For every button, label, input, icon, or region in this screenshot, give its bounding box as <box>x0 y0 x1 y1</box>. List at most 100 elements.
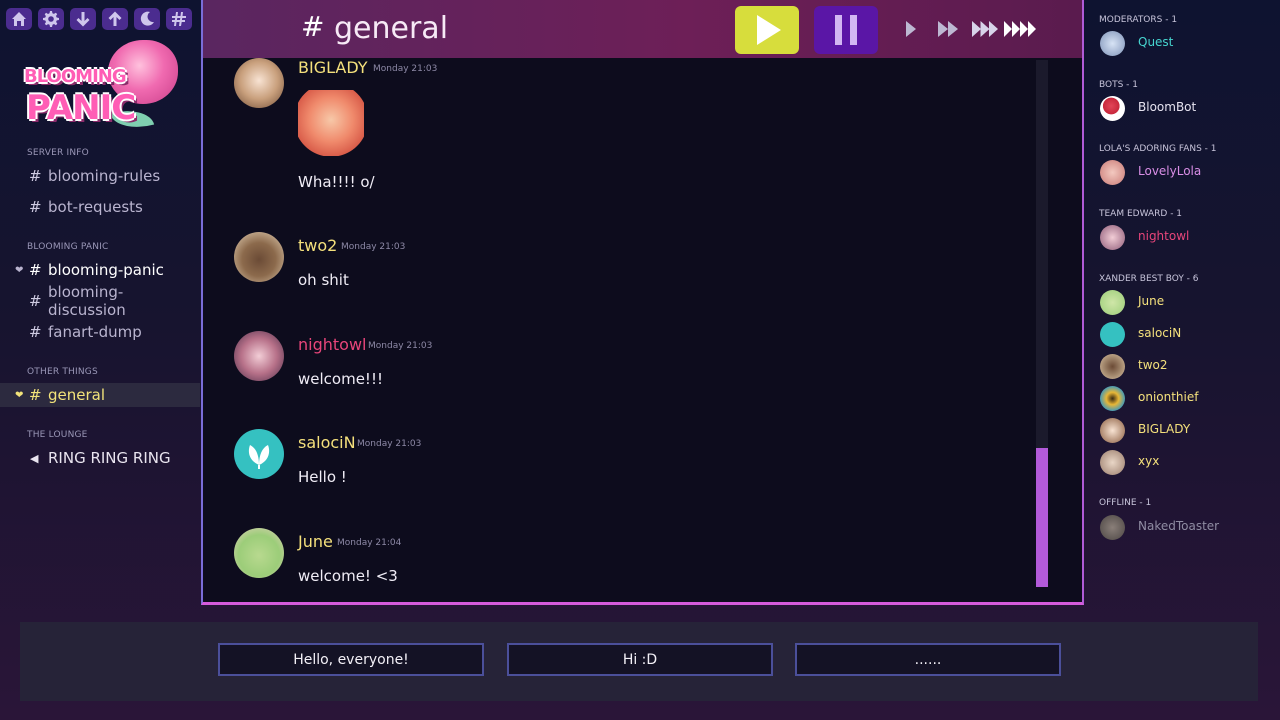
channel-label: blooming-panic <box>48 261 164 279</box>
home-icon <box>12 12 26 26</box>
play-icon <box>906 21 916 37</box>
home-button[interactable] <box>6 8 32 30</box>
message-text: welcome! <3 <box>298 567 398 585</box>
member-onionthief[interactable]: onionthief <box>1088 384 1280 412</box>
reply-choice-button[interactable]: ...... <box>795 643 1061 676</box>
avatar <box>1100 515 1125 540</box>
member-salocin[interactable]: salociN <box>1088 320 1280 348</box>
avatar <box>1100 31 1125 56</box>
member-name: LovelyLola <box>1138 164 1202 178</box>
scroll-up-button[interactable] <box>102 8 128 30</box>
logo-line-2: PANIC <box>26 88 136 128</box>
channel-label: general <box>48 386 106 404</box>
avatar <box>234 58 284 108</box>
play-button[interactable] <box>735 6 799 54</box>
message: BIGLADY Monday 21:03 Wha!!!! o/ <box>203 58 1023 228</box>
settings-button[interactable] <box>38 8 64 30</box>
member-group-title: XANDER BEST BOY - 6 <box>1099 274 1199 284</box>
message-text: welcome!!! <box>298 370 383 388</box>
avatar <box>1100 96 1125 121</box>
member-lovelylola[interactable]: LovelyLola <box>1088 158 1280 186</box>
message-text: Wha!!!! o/ <box>298 173 375 191</box>
avatar <box>1100 290 1125 315</box>
emote-image <box>298 90 364 156</box>
hashtag-icon: # <box>301 10 325 43</box>
message-author[interactable]: BIGLADY <box>298 58 368 77</box>
avatar <box>1100 322 1125 347</box>
member-june[interactable]: June <box>1088 288 1280 316</box>
message-list: BIGLADY Monday 21:03 Wha!!!! o/ two2 Mon… <box>203 58 1033 602</box>
member-list: MODERATORS - 1 Quest BOTS - 1 BloomBot L… <box>1088 0 1280 600</box>
channel-label: RING RING RING <box>48 449 171 467</box>
message-time: Monday 21:03 <box>368 341 433 351</box>
channel-label: bot-requests <box>48 198 143 216</box>
member-two2[interactable]: two2 <box>1088 352 1280 380</box>
play-icon <box>757 15 781 45</box>
speed-1x-button[interactable] <box>905 20 917 38</box>
avatar <box>234 429 284 479</box>
member-nakedtoaster[interactable]: NakedToaster <box>1088 513 1280 541</box>
section-blooming-panic: BLOOMING PANIC <box>27 242 109 252</box>
member-biglady[interactable]: BIGLADY <box>1088 416 1280 444</box>
reply-choice-bar: Hello, everyone! Hi :D ...... <box>20 622 1258 701</box>
message-time: Monday 21:04 <box>337 538 402 548</box>
chat-header: # general <box>203 0 1082 58</box>
avatar <box>234 528 284 578</box>
message: nightowl Monday 21:03 welcome!!! <box>203 331 1023 411</box>
speed-4x-button[interactable] <box>1003 20 1037 38</box>
night-mode-button[interactable] <box>134 8 160 30</box>
game-logo: BLOOMING PANIC <box>22 38 182 135</box>
channel-blooming-discussion[interactable]: # blooming-discussion <box>0 283 200 319</box>
scrollbar-thumb[interactable] <box>1036 448 1048 587</box>
section-the-lounge: THE LOUNGE <box>27 430 88 440</box>
pause-icon <box>835 15 857 45</box>
member-bloombot[interactable]: BloomBot <box>1088 94 1280 122</box>
member-name: June <box>1138 294 1165 308</box>
channel-bot-requests[interactable]: # bot-requests <box>0 195 200 219</box>
channels-button[interactable] <box>166 8 192 30</box>
avatar <box>1100 386 1125 411</box>
message-text: Hello ! <box>298 468 347 486</box>
member-nightowl[interactable]: nightowl <box>1088 223 1280 251</box>
member-group-title: BOTS - 1 <box>1099 80 1139 90</box>
channel-blooming-panic[interactable]: ❤ # blooming-panic <box>0 258 200 282</box>
speed-3x-button[interactable] <box>971 20 999 38</box>
avatar <box>234 331 284 381</box>
channel-fanart-dump[interactable]: # fanart-dump <box>0 320 200 344</box>
avatar <box>234 232 284 282</box>
speed-2x-button[interactable] <box>937 20 959 38</box>
hashtag-icon: # <box>29 386 42 404</box>
top-toolbar <box>6 8 192 30</box>
member-name: NakedToaster <box>1138 519 1220 533</box>
hashtag-icon: # <box>29 167 42 185</box>
message-author[interactable]: two2 <box>298 236 337 255</box>
member-group-title: TEAM EDWARD - 1 <box>1099 209 1183 219</box>
reply-choice-button[interactable]: Hi :D <box>507 643 773 676</box>
fast-forward-icon <box>972 21 998 37</box>
speaker-icon: ◀ <box>30 451 39 465</box>
message-author[interactable]: nightowl <box>298 335 366 354</box>
hashtag-icon: # <box>29 198 42 216</box>
channel-general[interactable]: ❤ # general <box>0 383 200 407</box>
voice-channel-ring-ring-ring[interactable]: ◀ RING RING RING <box>0 446 200 470</box>
message-time: Monday 21:03 <box>357 439 422 449</box>
hashtag-icon: # <box>29 292 42 310</box>
gear-icon <box>43 11 59 27</box>
avatar <box>1100 418 1125 443</box>
member-xyx[interactable]: xyx <box>1088 448 1280 476</box>
channel-blooming-rules[interactable]: # blooming-rules <box>0 164 200 188</box>
channel-label: fanart-dump <box>48 323 142 341</box>
hashtag-icon: # <box>29 323 42 341</box>
message-author[interactable]: salociN <box>298 433 356 452</box>
member-quest[interactable]: Quest <box>1088 29 1280 57</box>
avatar <box>1100 354 1125 379</box>
heart-icon: ❤ <box>15 389 24 401</box>
pause-button[interactable] <box>814 6 878 54</box>
reply-choice-button[interactable]: Hello, everyone! <box>218 643 484 676</box>
arrow-up-icon <box>108 11 122 26</box>
message-author[interactable]: June <box>298 532 333 551</box>
channel-label: blooming-discussion <box>48 283 126 319</box>
scroll-down-button[interactable] <box>70 8 96 30</box>
chat-panel: # general BIGLADY Monday 21:03 Wha!!!! o… <box>201 0 1084 605</box>
member-group-title: OFFLINE - 1 <box>1099 498 1152 508</box>
